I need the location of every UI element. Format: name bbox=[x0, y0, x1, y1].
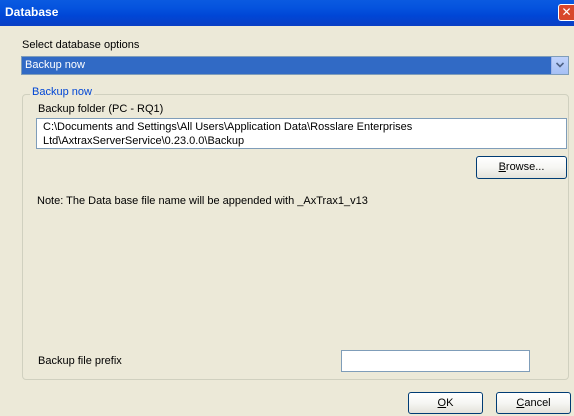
backup-prefix-label: Backup file prefix bbox=[38, 355, 122, 367]
groupbox-legend: Backup now bbox=[30, 86, 94, 98]
backup-folder-label: Backup folder (PC - RQ1) bbox=[38, 103, 164, 115]
dropdown-selected-value: Backup now bbox=[25, 59, 85, 71]
window-title: Database bbox=[5, 5, 59, 19]
backup-folder-path: C:\Documents and Settings\All Users\Appl… bbox=[43, 120, 558, 148]
database-options-dropdown[interactable]: Backup now bbox=[21, 56, 569, 75]
browse-mnemonic: B bbox=[498, 161, 506, 173]
filename-note: Note: The Data base file name will be ap… bbox=[37, 195, 368, 207]
browse-label: rowse... bbox=[505, 161, 545, 173]
chevron-down-icon[interactable] bbox=[551, 57, 568, 74]
folder-path-line-2: Ltd\AxtraxServerService\0.23.0.0\Backup bbox=[43, 135, 245, 147]
cancel-button[interactable]: Cancel bbox=[496, 392, 571, 414]
ok-label: K bbox=[446, 397, 454, 409]
backup-folder-field[interactable]: C:\Documents and Settings\All Users\Appl… bbox=[36, 118, 567, 149]
database-dialog: Database ✕ Select database options Backu… bbox=[0, 0, 574, 416]
ok-button[interactable]: OK bbox=[408, 392, 483, 414]
close-icon[interactable]: ✕ bbox=[558, 4, 574, 21]
cancel-label: ancel bbox=[524, 397, 551, 409]
ok-mnemonic: O bbox=[437, 397, 447, 409]
browse-button[interactable]: Browse... bbox=[476, 156, 567, 179]
folder-path-line-1: C:\Documents and Settings\All Users\Appl… bbox=[43, 121, 413, 133]
title-bar[interactable]: Database ✕ bbox=[0, 0, 574, 26]
select-options-label: Select database options bbox=[22, 39, 140, 51]
backup-prefix-input[interactable] bbox=[341, 350, 530, 372]
